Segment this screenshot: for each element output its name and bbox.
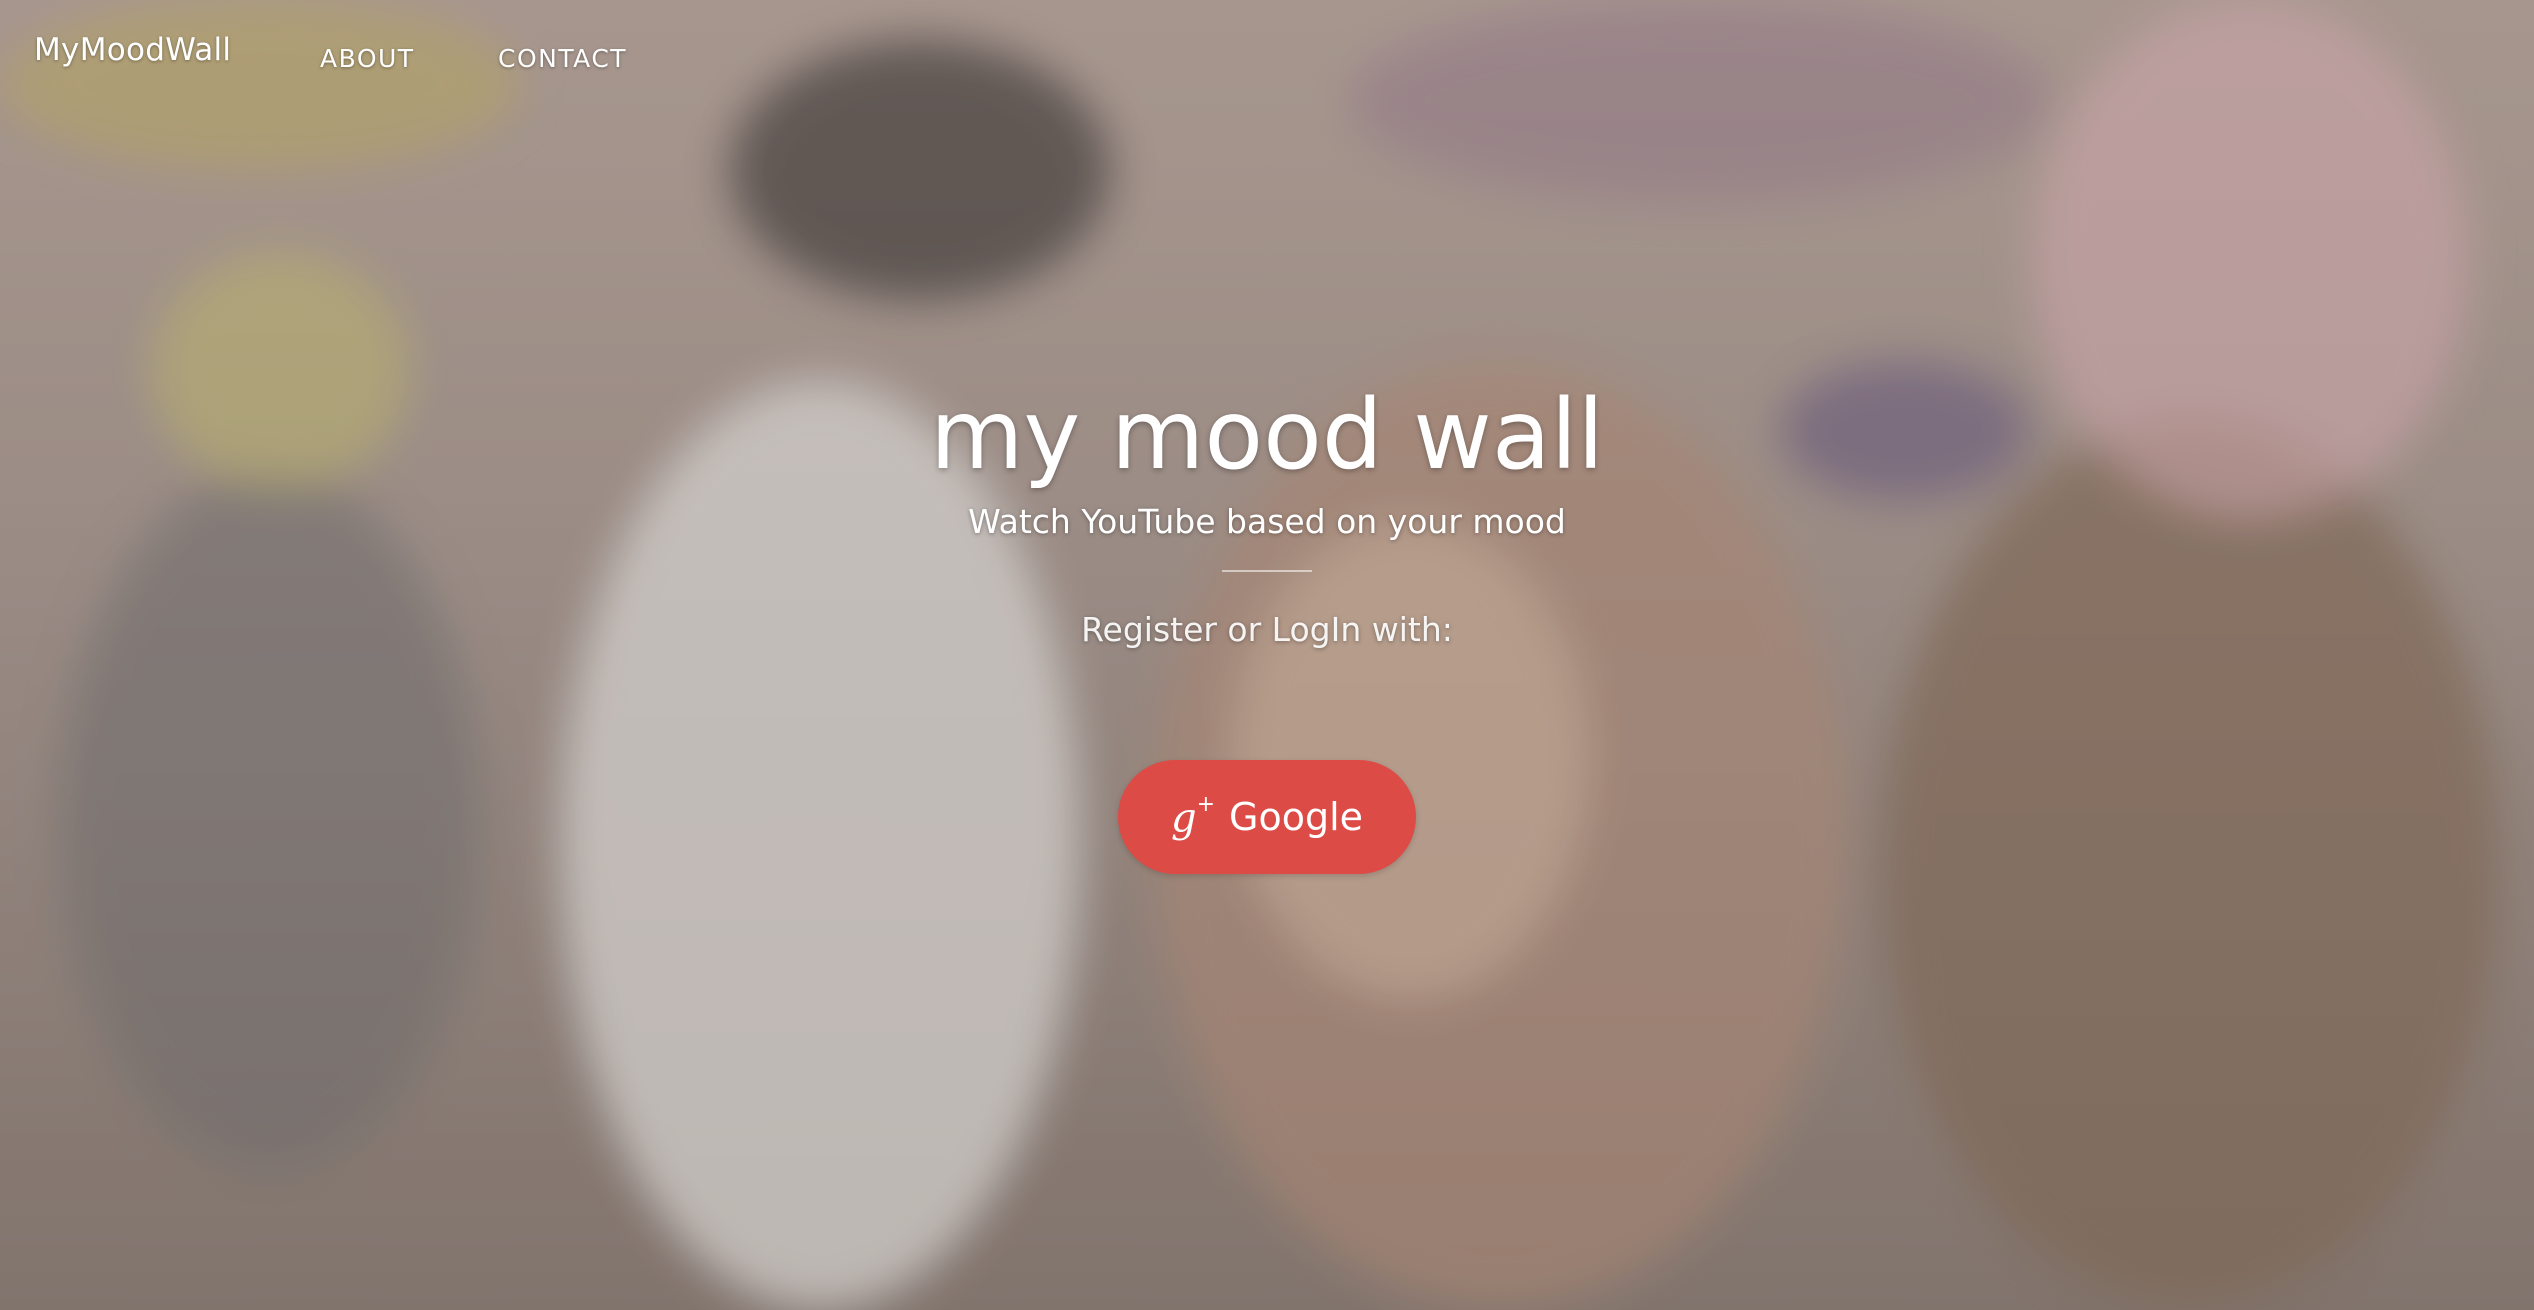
google-button-label: Google	[1229, 795, 1364, 839]
nav-link-about[interactable]: ABOUT	[320, 44, 415, 73]
divider	[1222, 570, 1312, 572]
page-title: my mood wall	[930, 379, 1604, 491]
page-subtitle: Watch YouTube based on your mood	[968, 502, 1566, 541]
brand-logo-link[interactable]: MyMoodWall	[34, 32, 231, 68]
hero-content: my mood wall Watch YouTube based on your…	[0, 380, 2534, 874]
nav-link-contact[interactable]: CONTACT	[498, 44, 627, 73]
top-navigation: MyMoodWall ABOUT CONTACT	[0, 0, 2534, 110]
login-prompt: Register or LogIn with:	[1081, 610, 1453, 649]
google-plus-icon: g+	[1170, 792, 1216, 842]
google-login-button[interactable]: g+ Google	[1118, 760, 1416, 874]
